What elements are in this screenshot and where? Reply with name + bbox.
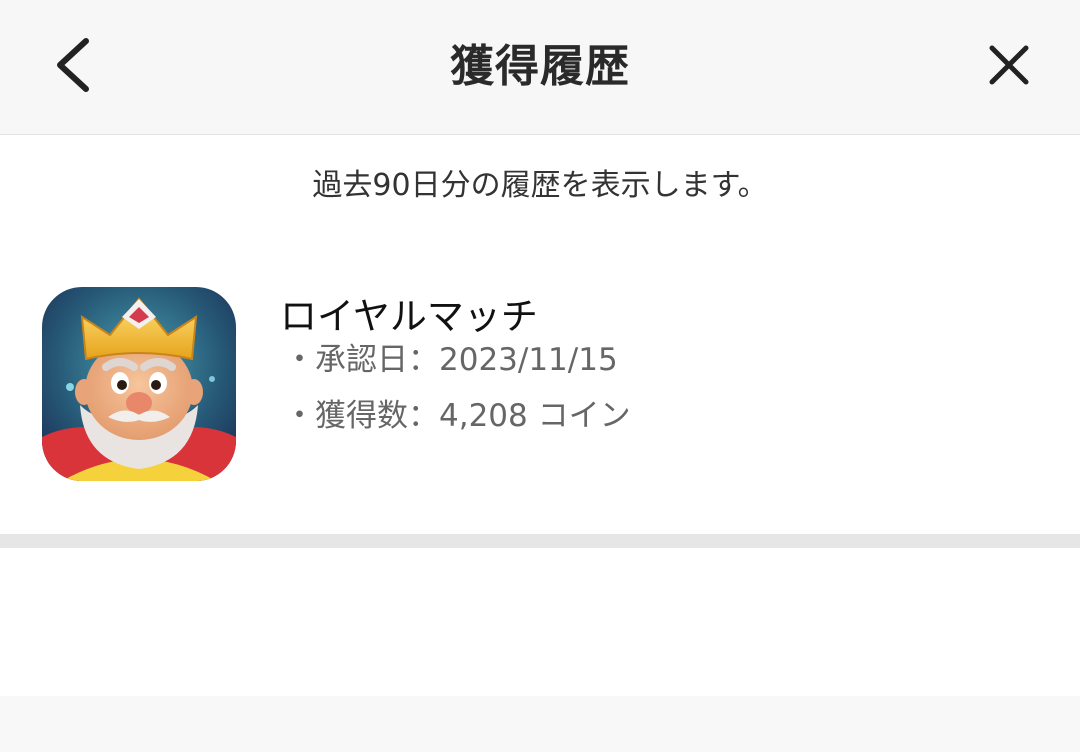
page-title: 獲得履歴 <box>450 41 630 92</box>
close-icon <box>989 45 1029 85</box>
header-bar: 獲得履歴 <box>0 0 1080 135</box>
approved-date: ・承認日：2023/11/15 <box>284 342 618 378</box>
section-divider <box>0 534 1080 548</box>
chevron-left-icon <box>57 38 89 92</box>
history-list-item[interactable]: ロイヤルマッチ ・承認日：2023/11/15 ・獲得数：4,208 コイン <box>0 250 1080 534</box>
king-app-icon <box>42 287 236 481</box>
footer-area <box>0 696 1080 752</box>
app-name: ロイヤルマッチ <box>280 295 538 338</box>
history-period-notice: 過去90日分の履歴を表示します。 <box>312 168 768 203</box>
back-button[interactable] <box>40 25 112 105</box>
earned-amount: ・獲得数：4,208 コイン <box>284 398 631 434</box>
close-button[interactable] <box>972 28 1044 104</box>
